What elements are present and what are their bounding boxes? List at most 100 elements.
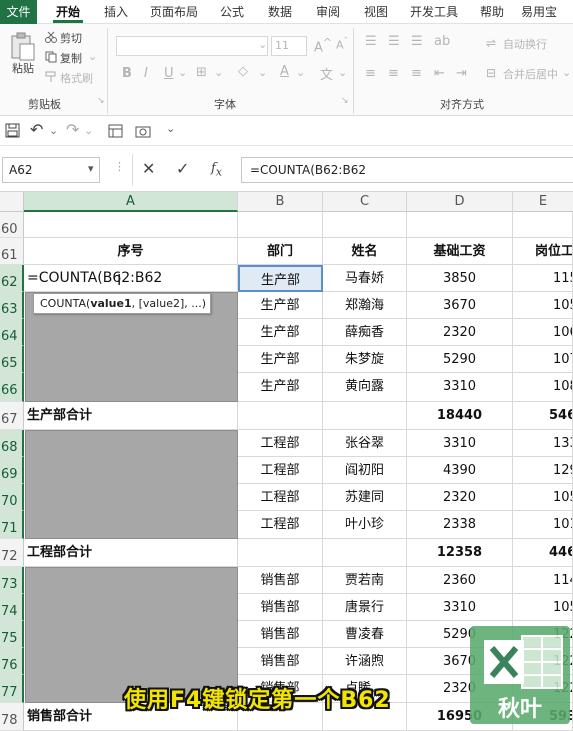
cell-position-salary[interactable]: 1080 <box>513 373 573 402</box>
column-header-d[interactable]: D <box>407 192 513 212</box>
copy-icon[interactable] <box>45 51 57 63</box>
formula-input[interactable]: =COUNTA(B62:B62 <box>241 157 573 183</box>
undo-dropdown-icon[interactable]: ⌄ <box>49 124 58 137</box>
align-center-icon[interactable]: ≡ <box>388 66 399 81</box>
cell-base-salary[interactable]: 2320 <box>407 484 513 511</box>
cell-position-salary[interactable]: 1290 <box>513 457 573 484</box>
row-header[interactable]: 68 <box>0 430 24 457</box>
cell-base-salary[interactable]: 2360 <box>407 567 513 594</box>
cell-c62[interactable]: 马春娇 <box>323 265 407 292</box>
tab-data[interactable]: 数据 <box>261 0 299 24</box>
cell-e62[interactable]: 1150 <box>513 265 573 292</box>
row-header[interactable]: 62 <box>0 265 24 292</box>
cell-dept[interactable]: 工程部 <box>238 457 323 484</box>
cell-base-salary[interactable]: 2338 <box>407 511 513 539</box>
merge-center-icon[interactable]: ⊟ <box>486 66 496 80</box>
align-right-icon[interactable]: ≡ <box>411 66 422 81</box>
orientation-icon[interactable]: ab <box>434 34 450 49</box>
cell-position-salary[interactable]: 1140 <box>513 567 573 594</box>
shrink-font-icon[interactable]: Aˇ <box>336 36 348 52</box>
select-all-corner[interactable] <box>0 192 24 212</box>
tab-easy-tools[interactable]: 易用宝 <box>521 0 573 24</box>
align-top-icon[interactable]: ☰ <box>365 34 377 49</box>
tab-view[interactable]: 视图 <box>357 0 395 24</box>
cell-base-salary[interactable]: 2320 <box>407 319 513 346</box>
row-header[interactable]: 67 <box>0 402 24 430</box>
format-painter-icon[interactable] <box>45 71 57 83</box>
subtotal-position-salary[interactable]: 446 <box>513 539 573 567</box>
font-name-select[interactable] <box>116 36 268 56</box>
function-tooltip[interactable]: COUNTA(value1, [value2], ...) <box>33 293 211 314</box>
row-header[interactable]: 65 <box>0 346 24 373</box>
cell-base-salary[interactable]: 3310 <box>407 430 513 457</box>
undo-icon[interactable]: ↶ <box>30 120 43 139</box>
cell-b62-reference[interactable]: 生产部 <box>238 265 323 292</box>
font-name-dropdown-icon[interactable]: ⌄ <box>258 38 267 51</box>
cell-name[interactable]: 薛痴香 <box>323 319 407 346</box>
row-header[interactable]: 71 <box>0 511 24 539</box>
align-bottom-icon[interactable]: ☰ <box>411 34 423 49</box>
cell-base-salary[interactable]: 3310 <box>407 594 513 621</box>
align-middle-icon[interactable]: ☰ <box>388 34 400 49</box>
cell-dept[interactable]: 销售部 <box>238 594 323 621</box>
cell-dept[interactable]: 生产部 <box>238 373 323 402</box>
cell-base-salary[interactable]: 3310 <box>407 373 513 402</box>
cell-dept[interactable]: 工程部 <box>238 511 323 539</box>
row-header[interactable]: 63 <box>0 292 24 319</box>
cell-dept[interactable]: 工程部 <box>238 430 323 457</box>
tab-file[interactable]: 文件 <box>0 0 37 24</box>
subtotal-label[interactable]: 生产部合计 <box>24 402 238 430</box>
paste-icon[interactable] <box>10 32 36 62</box>
font-color-icon[interactable]: A <box>280 64 289 79</box>
column-header-a[interactable]: A <box>24 192 238 212</box>
redo-dropdown-icon[interactable]: ⌄ <box>84 124 93 137</box>
column-header-b[interactable]: B <box>238 192 323 212</box>
format-painter-label[interactable]: 格式刷 <box>60 70 93 86</box>
grow-font-icon[interactable]: A^ <box>314 36 332 55</box>
borders-dropdown-icon[interactable]: ⌄ <box>214 66 223 79</box>
cell-name[interactable]: 苏建同 <box>323 484 407 511</box>
cell-empty[interactable] <box>238 402 323 430</box>
cell-a62-editing[interactable]: =COUNTA(B62:B62 <box>24 265 238 292</box>
cell-dept[interactable]: 工程部 <box>238 484 323 511</box>
cell-empty[interactable] <box>323 539 407 567</box>
save-icon[interactable] <box>5 123 20 138</box>
cell-position-salary[interactable]: 1050 <box>513 594 573 621</box>
cut-label[interactable]: 剪切 <box>60 30 82 46</box>
paste-label[interactable]: 粘贴 <box>12 60 34 76</box>
cell-dept[interactable]: 销售部 <box>238 621 323 648</box>
cell-position-salary[interactable]: 1050 <box>513 484 573 511</box>
cell-position-salary[interactable]: 1330 <box>513 430 573 457</box>
cell-dept[interactable]: 销售部 <box>238 567 323 594</box>
subtotal-label[interactable]: 工程部合计 <box>24 539 238 567</box>
cell-position-salary[interactable]: 1010 <box>513 511 573 539</box>
phonetic-dropdown-icon[interactable]: ⌄ <box>338 66 347 79</box>
header-seq[interactable]: 序号 <box>24 238 238 265</box>
copy-dropdown-icon[interactable]: ⌄ <box>88 50 97 63</box>
cell-name[interactable]: 叶小珍 <box>323 511 407 539</box>
cell-name[interactable]: 曹凌春 <box>323 621 407 648</box>
cell-empty[interactable] <box>238 539 323 567</box>
borders-icon[interactable]: ⊞ <box>196 65 207 80</box>
column-header-e[interactable]: E <box>513 192 573 212</box>
tooltip-current-arg[interactable]: value1 <box>90 297 131 310</box>
tab-page-layout[interactable]: 页面布局 <box>145 0 203 24</box>
cell-position-salary[interactable]: 1070 <box>513 346 573 373</box>
row-header[interactable]: 76 <box>0 648 24 675</box>
clipboard-launcher-icon[interactable]: ↘ <box>97 96 105 106</box>
cell-name[interactable]: 郑瀚海 <box>323 292 407 319</box>
tab-help[interactable]: 帮助 <box>473 0 511 24</box>
decrease-indent-icon[interactable]: ⇤ <box>434 66 445 81</box>
cell-dept[interactable]: 生产部 <box>238 292 323 319</box>
cell-e60[interactable] <box>513 212 573 238</box>
header-dept[interactable]: 部门 <box>238 238 323 265</box>
fill-color-icon[interactable]: ◇ <box>238 64 248 79</box>
name-box-dropdown-icon[interactable]: ▾ <box>88 162 94 175</box>
row-header[interactable]: 77 <box>0 675 24 703</box>
cell-b60[interactable] <box>238 212 323 238</box>
merge-center-dropdown-icon[interactable]: ⌄ <box>562 66 571 79</box>
tab-insert[interactable]: 插入 <box>97 0 135 24</box>
merge-center-label[interactable]: 合并后居中 <box>503 66 558 82</box>
row-header[interactable]: 72 <box>0 539 24 567</box>
subtotal-base-salary[interactable]: 18440 <box>407 402 513 430</box>
